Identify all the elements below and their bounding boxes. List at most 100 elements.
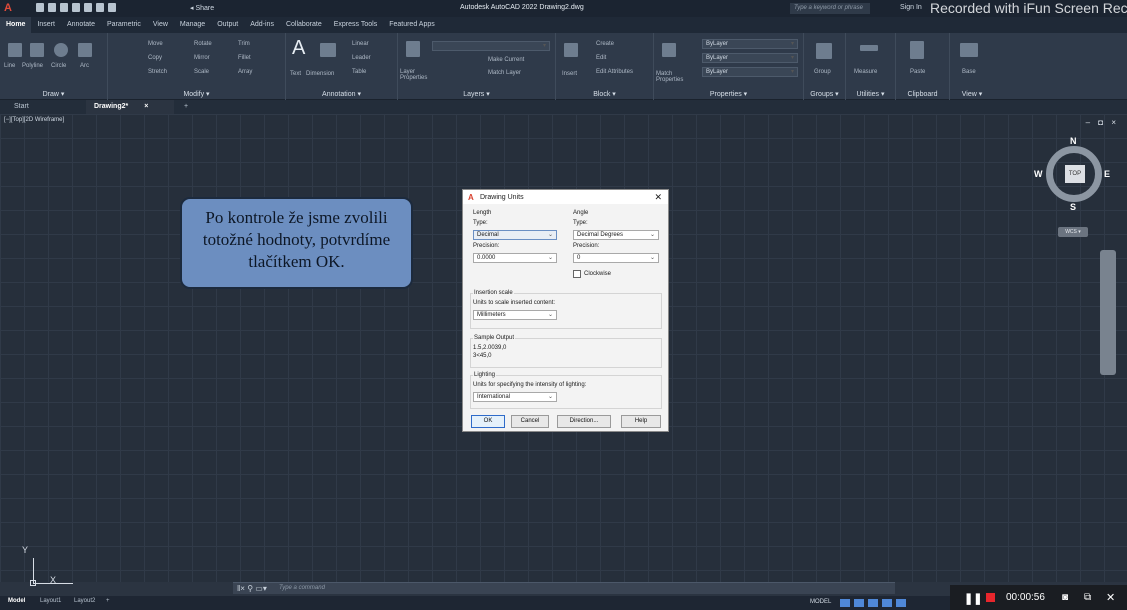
tab-insert[interactable]: Insert <box>31 17 61 33</box>
line-icon[interactable] <box>8 43 22 57</box>
insert-block-icon[interactable] <box>564 43 578 57</box>
text-icon[interactable]: A <box>292 37 305 60</box>
match-layer-tool[interactable]: Match Layer <box>488 70 521 76</box>
create-block-tool[interactable]: Create <box>596 41 614 47</box>
save-icon[interactable] <box>60 3 68 12</box>
compass-east[interactable]: E <box>1104 169 1110 179</box>
capture-icon[interactable]: ⧉ <box>1084 592 1091 603</box>
tab-add-ins[interactable]: Add-ins <box>244 17 280 33</box>
compass-west[interactable]: W <box>1034 169 1043 179</box>
layer-properties-icon[interactable] <box>406 41 420 57</box>
polyline-label[interactable]: Polyline <box>22 63 43 69</box>
polar-icon[interactable] <box>882 599 892 607</box>
tab-layout1[interactable]: Layout1 <box>40 598 61 604</box>
polyline-icon[interactable] <box>30 43 44 57</box>
viewcube[interactable]: TOP N S E W <box>1034 136 1110 212</box>
save-as-icon[interactable] <box>72 3 80 12</box>
match-properties-icon[interactable] <box>662 43 676 57</box>
new-tab-button[interactable]: + <box>176 100 196 114</box>
paste-icon[interactable] <box>910 41 924 59</box>
clockwise-label[interactable]: Clockwise <box>584 271 611 277</box>
tab-home[interactable]: Home <box>0 17 32 33</box>
tab-output[interactable]: Output <box>211 17 244 33</box>
osnap-icon[interactable] <box>896 599 906 607</box>
viewcube-top-face[interactable]: TOP <box>1065 165 1085 183</box>
circle-label[interactable]: Circle <box>51 63 66 69</box>
tab-view[interactable]: View <box>147 17 174 33</box>
wcs-menu[interactable]: WCS ▾ <box>1058 227 1088 237</box>
color-dropdown[interactable]: ByLayer ▾ <box>702 39 798 49</box>
layer-properties-tool[interactable]: Layer Properties <box>400 69 430 81</box>
undo-icon[interactable] <box>96 3 104 12</box>
command-line-controls-icon[interactable]: ‖× ⚲ ▭▾ <box>237 584 267 593</box>
command-input[interactable]: Type a command <box>279 585 325 591</box>
arc-icon[interactable] <box>78 43 92 57</box>
stop-icon[interactable] <box>986 593 995 602</box>
clipboard-panel-title[interactable]: Clipboard <box>896 91 949 98</box>
leader-tool[interactable]: Leader <box>352 55 371 61</box>
utilities-panel-title[interactable]: Utilities ▾ <box>846 90 895 98</box>
trim-tool[interactable]: Trim <box>238 41 250 47</box>
annotation-panel-title[interactable]: Annotation ▾ <box>286 90 397 98</box>
ok-button[interactable]: OK <box>471 415 505 428</box>
compass-south[interactable]: S <box>1070 202 1076 212</box>
block-panel-title[interactable]: Block ▾ <box>556 90 653 98</box>
open-icon[interactable] <box>48 3 56 12</box>
close-tab-icon[interactable]: × <box>144 103 148 110</box>
search-input[interactable]: Type a keyword or phrase <box>790 3 870 14</box>
rotate-tool[interactable]: Rotate <box>194 41 212 47</box>
tab-layout2[interactable]: Layout2 <box>74 598 95 604</box>
tab-express-tools[interactable]: Express Tools <box>328 17 383 33</box>
arc-label[interactable]: Arc <box>80 63 89 69</box>
group-icon[interactable] <box>816 43 832 59</box>
length-type-select[interactable]: Decimal ⌄ <box>473 230 557 240</box>
autocad-logo-icon[interactable]: A <box>4 2 17 15</box>
share-button[interactable]: ◂ Share <box>190 4 214 12</box>
sign-in-button[interactable]: Sign In <box>900 4 922 11</box>
linetype-dropdown[interactable]: ByLayer ▾ <box>702 67 798 77</box>
mirror-tool[interactable]: Mirror <box>194 55 210 61</box>
plot-icon[interactable] <box>84 3 92 12</box>
dimension-tool[interactable]: Dimension <box>306 71 334 77</box>
tab-drawing2[interactable]: Drawing2* × <box>86 100 174 114</box>
draw-panel-title[interactable]: Draw ▾ <box>0 90 107 98</box>
ortho-icon[interactable] <box>868 599 878 607</box>
insert-tool[interactable]: Insert <box>562 71 577 77</box>
tab-manage[interactable]: Manage <box>174 17 211 33</box>
view-panel-title[interactable]: View ▾ <box>950 90 994 98</box>
layers-panel-title[interactable]: Layers ▾ <box>398 90 555 98</box>
command-line[interactable]: ‖× ⚲ ▭▾ Type a command <box>233 582 895 594</box>
pause-icon[interactable]: ❚❚ <box>964 592 982 605</box>
camera-icon[interactable]: ◙ <box>1062 592 1068 603</box>
cancel-button[interactable]: Cancel <box>511 415 549 428</box>
copy-tool[interactable]: Copy <box>148 55 162 61</box>
snap-icon[interactable] <box>854 599 864 607</box>
linear-tool[interactable]: Linear <box>352 41 369 47</box>
table-tool[interactable]: Table <box>352 69 366 75</box>
viewport-controls-label[interactable]: [−][Top][2D Wireframe] <box>4 117 64 123</box>
lighting-units-select[interactable]: International ⌄ <box>473 392 557 402</box>
circle-icon[interactable] <box>54 43 68 57</box>
fillet-tool[interactable]: Fillet <box>238 55 251 61</box>
make-current-tool[interactable]: Make Current <box>488 57 524 63</box>
close-icon[interactable]: ✕ <box>1106 591 1115 604</box>
close-icon[interactable]: ✕ <box>654 192 662 203</box>
measure-icon[interactable] <box>860 45 878 51</box>
grid-icon[interactable] <box>840 599 850 607</box>
stretch-tool[interactable]: Stretch <box>148 69 167 75</box>
line-label[interactable]: Line <box>4 63 15 69</box>
array-tool[interactable]: Array <box>238 69 252 75</box>
move-tool[interactable]: Move <box>148 41 163 47</box>
lineweight-dropdown[interactable]: ByLayer ▾ <box>702 53 798 63</box>
navigation-bar[interactable] <box>1100 250 1116 375</box>
clockwise-checkbox[interactable] <box>573 270 581 278</box>
dimension-icon[interactable] <box>320 43 336 57</box>
match-properties-tool[interactable]: Match Properties <box>656 71 686 83</box>
paste-tool[interactable]: Paste <box>910 69 925 75</box>
edit-attributes-tool[interactable]: Edit Attributes <box>596 69 633 75</box>
edit-block-tool[interactable]: Edit <box>596 55 606 61</box>
tab-annotate[interactable]: Annotate <box>61 17 101 33</box>
modify-panel-title[interactable]: Modify ▾ <box>108 90 285 98</box>
direction-button[interactable]: Direction... <box>557 415 611 428</box>
measure-tool[interactable]: Measure <box>854 69 877 75</box>
